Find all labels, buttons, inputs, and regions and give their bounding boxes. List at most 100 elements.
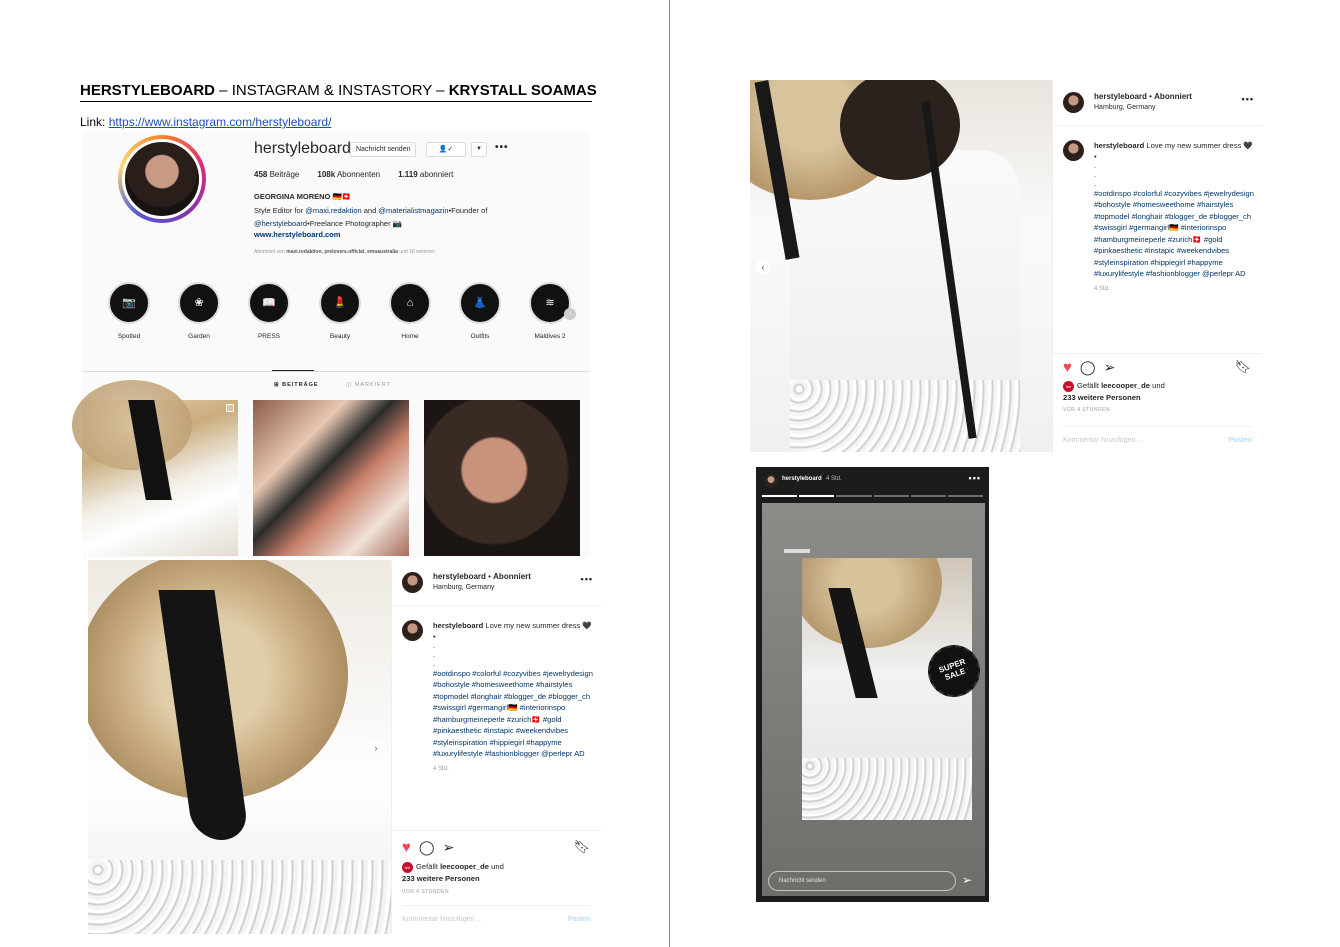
followers-count[interactable]: 108k Abonnenten: [317, 170, 380, 179]
story-avatar[interactable]: [764, 474, 778, 488]
likes-text: lee Gefällt leecooper_de und 233 weitere P…: [1063, 380, 1165, 402]
heart-icon[interactable]: ♥: [1063, 359, 1072, 376]
story-time: 4 Std.: [826, 476, 842, 482]
highlight-beauty[interactable]: 💄 Beauty: [310, 282, 370, 340]
post-location[interactable]: Hamburg, Germany: [1094, 104, 1155, 111]
story-progress-segment: [910, 495, 946, 497]
highlight-home[interactable]: ⌂ Home: [380, 282, 440, 340]
heading-client: KRYSTALL SOAMAS: [448, 82, 597, 99]
highlight-press[interactable]: 📖 PRESS: [239, 282, 299, 340]
profile-link[interactable]: https://www.instagram.com/herstyleboard/: [109, 115, 332, 129]
caption-time: 4 Std.: [1094, 285, 1110, 292]
story-progress: [762, 495, 984, 497]
caption-dots: • . . .: [1094, 151, 1097, 188]
story-progress-segment: [836, 495, 872, 497]
post-avatar[interactable]: [1063, 92, 1084, 113]
comment-input[interactable]: Kommentar hinzufügen ... Posten: [402, 905, 591, 923]
bookmark-icon[interactable]: 🔖︎: [1234, 359, 1251, 375]
tab-posts[interactable]: ⊞ BEITRÄGE: [274, 382, 319, 388]
heart-icon[interactable]: ♥: [402, 839, 411, 856]
profile-username: herstyleboard: [254, 140, 351, 157]
following-button[interactable]: 👤✓: [426, 142, 466, 157]
post-header: herstyleboard • Abonniert Hamburg, Germa…: [1053, 80, 1262, 126]
highlight-spotted[interactable]: 📷 Spotted: [99, 282, 159, 340]
person-check-icon: 👤✓: [438, 146, 454, 153]
post-comment-button[interactable]: Posten: [568, 916, 591, 923]
mention-herstyleboard[interactable]: @herstyleboard: [254, 219, 307, 228]
send-icon[interactable]: ➢: [962, 873, 972, 887]
more-options-icon[interactable]: •••: [495, 142, 509, 153]
heading-mid: – INSTAGRAM & INSTASTORY –: [215, 82, 449, 99]
caption-avatar[interactable]: [402, 620, 423, 641]
following-count[interactable]: 1.119 abonniert: [398, 170, 453, 179]
story-progress-segment: [762, 495, 798, 497]
caption-username[interactable]: herstyleboard: [1094, 141, 1144, 150]
post-image: ›: [88, 560, 391, 934]
post-thumbnail[interactable]: [253, 400, 409, 556]
caption-text: herstyleboard Love my new summer dress 🖤…: [433, 620, 593, 775]
post-location[interactable]: Hamburg, Germany: [433, 584, 494, 591]
bookmark-icon[interactable]: 🔖︎: [573, 839, 590, 855]
post-more-icon[interactable]: •••: [1242, 94, 1254, 104]
comment-icon[interactable]: ◯: [419, 839, 435, 856]
highlight-outfits[interactable]: 👗 Outfits: [450, 282, 510, 340]
story-username[interactable]: herstyleboard: [782, 476, 822, 482]
post-sidebar: herstyleboard • Abonniert Hamburg, Germa…: [391, 560, 601, 934]
heading-brand: HERSTYLEBOARD: [80, 82, 216, 99]
comment-icon[interactable]: ◯: [1080, 359, 1096, 376]
liker-username[interactable]: leecooper_de: [440, 862, 489, 871]
caption-hashtags[interactable]: #ootdinspo #colorful #cozyvibes #jewelry…: [433, 668, 593, 760]
likes-text: lee Gefällt leecooper_de und 233 weitere P…: [402, 861, 504, 883]
likes-count[interactable]: 233 weitere Personen: [402, 874, 480, 883]
story-progress-segment: [799, 495, 835, 497]
instagram-post-detail: ‹ herstyleboard • Abonniert Hamburg, Ger…: [750, 80, 1262, 454]
instagram-profile: herstyleboard Nachricht senden 👤✓ ▼ ••• …: [72, 132, 590, 558]
story-frame: SUPER SALE: [762, 503, 988, 896]
link-line: Link: https://www.instagram.com/herstyle…: [80, 115, 331, 129]
caption-username[interactable]: herstyleboard: [433, 621, 483, 630]
previous-image-icon[interactable]: ‹: [756, 260, 770, 274]
highlight-garden[interactable]: ❀ Garden: [169, 282, 229, 340]
caption-avatar[interactable]: [1063, 140, 1084, 161]
mention-materialist[interactable]: @materialistmagazin: [378, 206, 448, 215]
post-username[interactable]: herstyleboard • Abonniert: [433, 572, 531, 581]
hat-shape: [802, 558, 942, 648]
tab-tagged[interactable]: ◫ MARKIERT: [346, 382, 391, 388]
caption-hashtags[interactable]: #ootdinspo #colorful #cozyvibes #jewelry…: [1094, 188, 1254, 280]
highlights-next-icon[interactable]: ›: [564, 308, 576, 320]
post-actions: ♥ ◯ ➢: [1063, 359, 1115, 376]
followed-by: Abonniert von maxi.redaktion, prelovers.…: [254, 249, 435, 255]
liker-avatar: lee: [402, 861, 413, 873]
next-image-icon[interactable]: ›: [369, 741, 383, 755]
share-icon[interactable]: ➢: [443, 839, 455, 856]
profile-website[interactable]: www.herstyleboard.com: [254, 230, 340, 239]
mention-maxi[interactable]: @maxi.redaktion: [305, 206, 361, 215]
link-label: Link:: [80, 115, 109, 129]
caption-text: herstyleboard Love my new summer dress 🖤…: [1094, 140, 1254, 295]
likes-count[interactable]: 233 weitere Personen: [1063, 393, 1141, 402]
share-icon[interactable]: ➢: [1104, 359, 1116, 376]
instagram-story: herstyleboard 4 Std. ••• SUPER SALE Nach…: [756, 467, 989, 902]
post-thumbnail[interactable]: [72, 380, 238, 556]
dropdown-button[interactable]: ▼: [471, 142, 487, 157]
post-more-icon[interactable]: •••: [581, 574, 593, 584]
comment-input[interactable]: Kommentar hinzufügen ... Posten: [1063, 426, 1252, 444]
post-thumbnail[interactable]: [424, 400, 580, 556]
posts-count: 458 Beiträge: [254, 170, 300, 179]
profile-avatar[interactable]: [118, 135, 206, 223]
post-comment-button[interactable]: Posten: [1229, 437, 1252, 444]
story-reply-input[interactable]: Nachricht senden: [768, 871, 956, 891]
actions-separator: [1053, 353, 1262, 354]
house-icon: ⌂: [389, 282, 431, 324]
caption-time: 4 Std.: [433, 765, 449, 772]
post-age: VOR 4 STUNDEN: [402, 889, 450, 895]
liker-avatar: lee: [1063, 380, 1074, 392]
liker-username[interactable]: leecooper_de: [1101, 381, 1150, 390]
post-avatar[interactable]: [402, 572, 423, 593]
post-age: VOR 4 STUNDEN: [1063, 407, 1111, 413]
story-more-icon[interactable]: •••: [969, 473, 981, 483]
active-tab-indicator: [272, 370, 314, 371]
story-label-pill: [784, 549, 810, 553]
send-message-button[interactable]: Nachricht senden: [350, 142, 417, 157]
post-username[interactable]: herstyleboard • Abonniert: [1094, 92, 1192, 101]
